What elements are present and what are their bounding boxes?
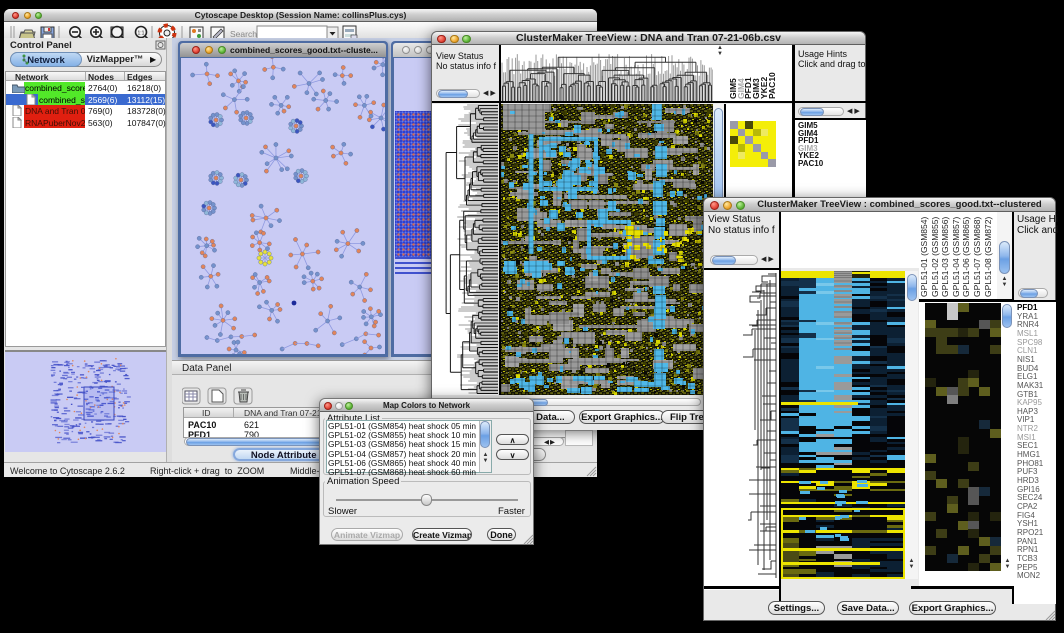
svg-text:GPL51-03 (GSM856): GPL51-03 (GSM856): [940, 217, 950, 297]
svg-text:GPL51-01 (GSM854): GPL51-01 (GSM854): [919, 217, 929, 297]
svg-text:GPL51-06 (GSM865): GPL51-06 (GSM865): [961, 217, 971, 297]
svg-text:1:1: 1:1: [138, 31, 145, 37]
svg-text:GPL51-04 (GSM857): GPL51-04 (GSM857): [951, 217, 961, 297]
svg-text:PAC10: PAC10: [767, 72, 777, 99]
svg-text:GPL51-08 (GSM872): GPL51-08 (GSM872): [983, 217, 993, 297]
svg-text:GPL51-02 (GSM855): GPL51-02 (GSM855): [930, 217, 940, 297]
svg-text:GPL51-07 (GSM868): GPL51-07 (GSM868): [972, 217, 982, 297]
